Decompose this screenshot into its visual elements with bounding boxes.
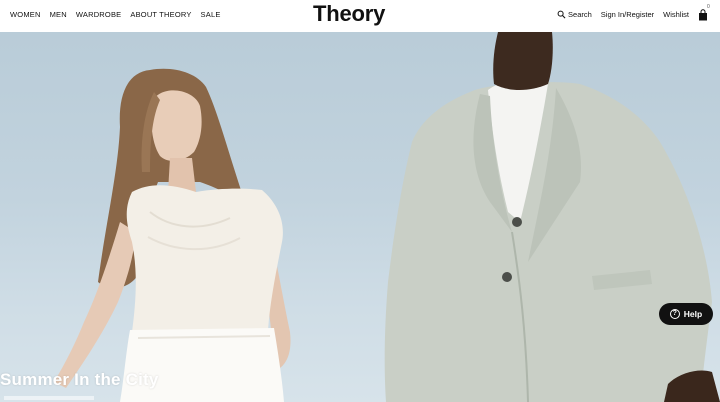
utility-nav: Search Sign In/Register Wishlist 0 (557, 0, 710, 28)
site-header: WOMEN MEN WARDROBE ABOUT THEORY SALE The… (0, 0, 720, 32)
woman-top (126, 185, 283, 332)
man-neck (493, 32, 553, 90)
woman-left-arm (54, 222, 136, 388)
nav-men[interactable]: MEN (50, 10, 67, 19)
sign-in-link[interactable]: Sign In/Register (601, 10, 654, 19)
search-label: Search (568, 9, 592, 19)
hero-banner[interactable]: Summer In the City (0, 32, 720, 402)
nav-wardrobe[interactable]: WARDROBE (76, 10, 122, 19)
shopping-bag-button[interactable]: 0 (698, 4, 710, 21)
hero-headline[interactable]: Summer In the City (0, 370, 159, 390)
nav-about-theory[interactable]: ABOUT THEORY (130, 10, 191, 19)
nav-women[interactable]: WOMEN (10, 10, 41, 19)
wishlist-link[interactable]: Wishlist (663, 10, 689, 19)
search-button[interactable]: Search (557, 10, 592, 19)
bag-count: 0 (707, 4, 710, 10)
main-nav: WOMEN MEN WARDROBE ABOUT THEORY SALE (10, 0, 221, 28)
nav-sale[interactable]: SALE (201, 10, 221, 19)
woman-skirt (120, 328, 284, 402)
shopping-bag-icon (699, 9, 707, 21)
question-icon: ? (669, 309, 680, 319)
man-jacket (384, 82, 712, 402)
help-label: Help (683, 309, 703, 319)
brand-logo[interactable]: Theory (313, 1, 385, 27)
help-button[interactable]: ? Help (659, 303, 713, 325)
hero-image (54, 32, 720, 402)
search-icon (557, 10, 566, 18)
hero-subcaption-bar (4, 396, 94, 400)
jacket-button (502, 272, 512, 282)
jacket-button (512, 217, 522, 227)
